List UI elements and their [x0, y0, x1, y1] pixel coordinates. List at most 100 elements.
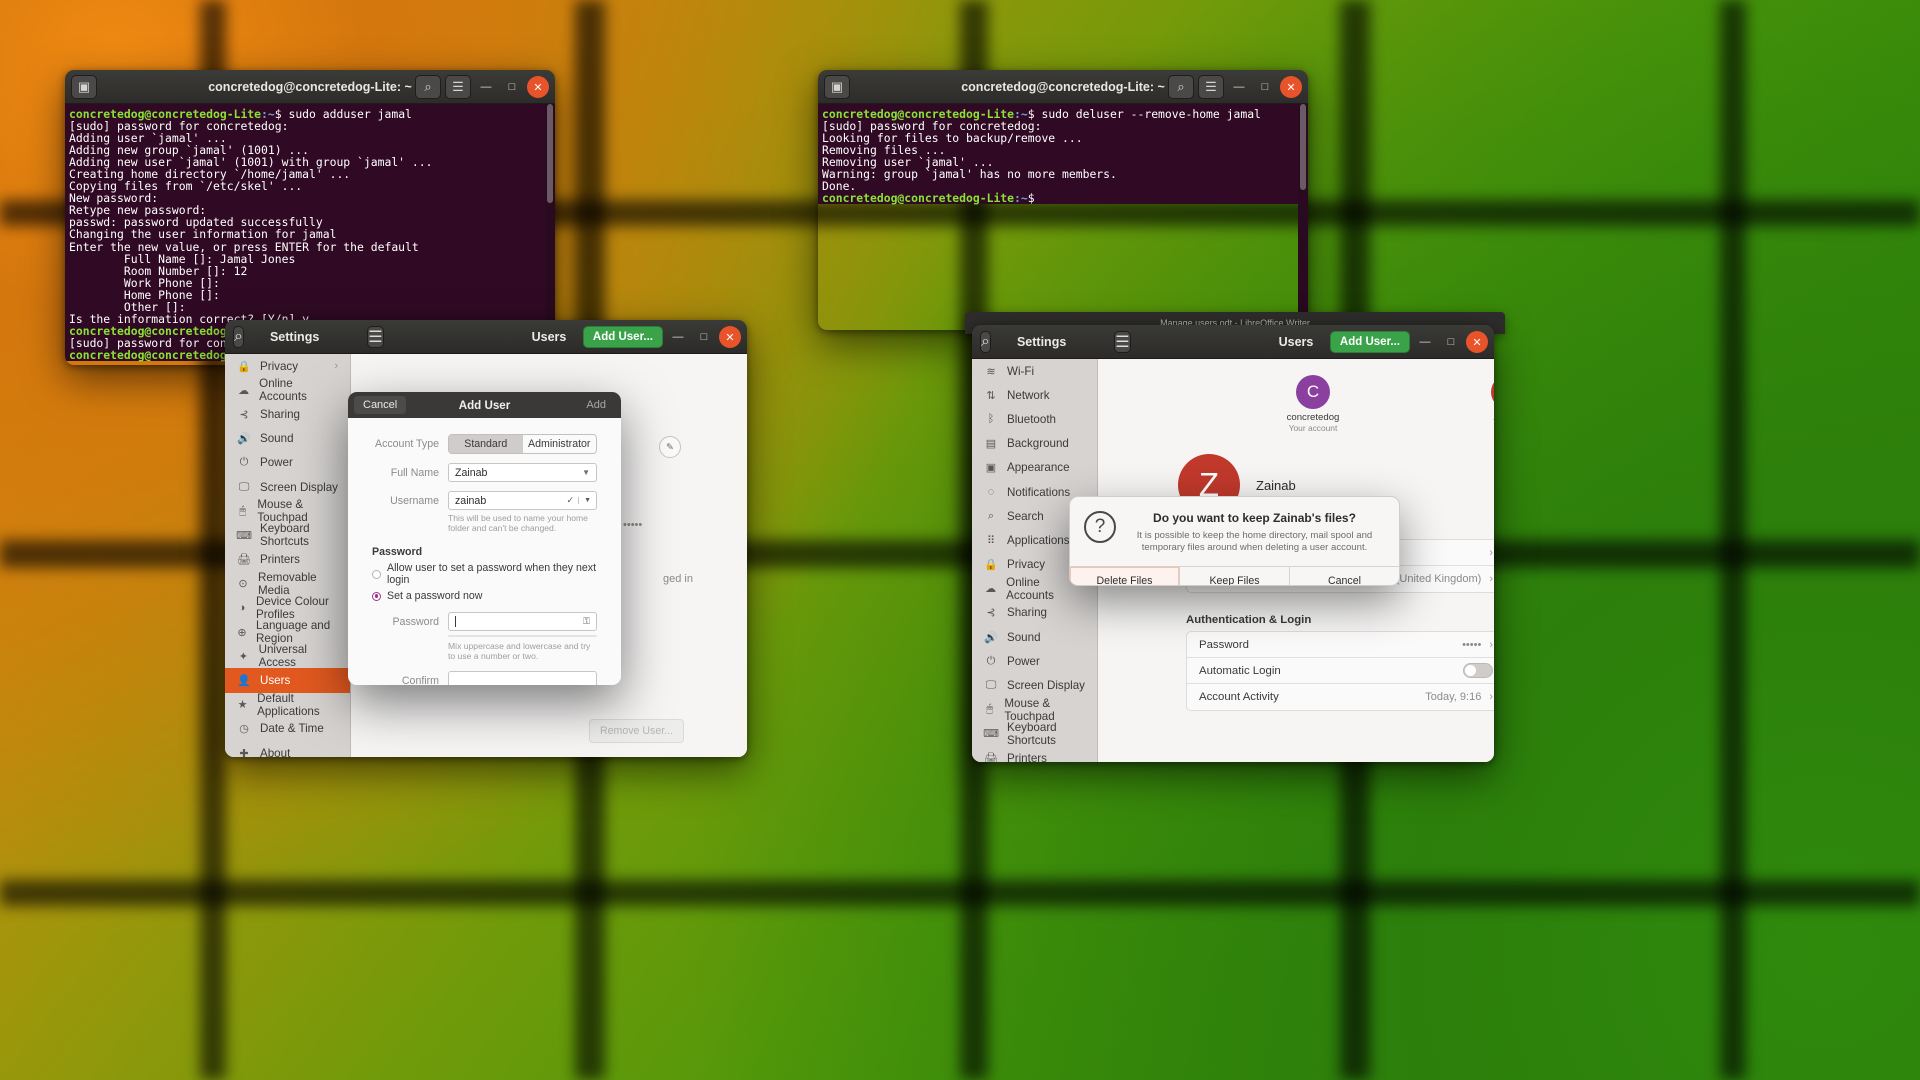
sidebar-item-privacy[interactable]: 🔒 Privacy ›	[225, 354, 350, 378]
keep-files-dialog[interactable]: ? Do you want to keep Zainab's files? It…	[1069, 496, 1400, 586]
user-tile-zainab[interactable]: Z Zainab	[1463, 375, 1494, 423]
maximize-icon[interactable]: □	[1254, 76, 1276, 98]
sidebar-item-bluetooth[interactable]: ᛒ Bluetooth	[972, 407, 1097, 431]
maximize-icon[interactable]: □	[1440, 331, 1462, 353]
share-icon: ⊰	[239, 408, 249, 421]
detail-row-logged-in[interactable]: ged in ›	[651, 566, 747, 592]
minimize-icon[interactable]: —	[1228, 76, 1250, 98]
terminal2-titlebar[interactable]: ▣ concretedog@concretedog-Lite: ~ ⌕ ☰ — …	[818, 70, 1308, 104]
hamburger-menu-icon[interactable]: ☰	[445, 75, 471, 99]
keep-files-button[interactable]: Keep Files	[1180, 567, 1290, 585]
sidebar-item-online-accounts[interactable]: ☁ Online Accounts	[225, 377, 350, 404]
maximize-icon[interactable]: □	[693, 326, 715, 348]
add-user-button[interactable]: Add User...	[1329, 331, 1410, 353]
option-allow-user-set-password[interactable]: Allow user to set a password when they n…	[372, 562, 597, 586]
new-tab-icon[interactable]: ▣	[71, 74, 97, 99]
sidebar-item-keyboard-shortcuts[interactable]: ⌨ Keyboard Shortcuts	[225, 522, 350, 549]
sidebar-item-removable-media[interactable]: ⊙ Removable Media	[225, 571, 350, 597]
close-icon[interactable]: ✕	[1466, 331, 1488, 353]
chevron-down-icon[interactable]: ▼	[582, 468, 590, 477]
maximize-icon[interactable]: □	[501, 76, 523, 98]
sidebar-item-about[interactable]: ✚ About	[225, 741, 350, 757]
sidebar-item-sound[interactable]: 🔊 Sound	[225, 427, 350, 451]
sidebar-item-printers[interactable]: 🖨 Printers	[225, 548, 350, 572]
search-icon[interactable]: ⌕	[233, 326, 244, 348]
minimize-icon[interactable]: —	[1414, 331, 1436, 353]
sidebar-item-mouse-touchpad[interactable]: 🖱 Mouse & Touchpad	[972, 697, 1097, 723]
user-tile-concretedog[interactable]: C concretedog Your account	[1268, 375, 1358, 433]
add-button[interactable]: Add	[577, 396, 615, 414]
sidebar-item-sharing[interactable]: ⊰ Sharing	[225, 402, 350, 426]
auth-row-automatic-login[interactable]: Automatic Login	[1187, 658, 1494, 684]
key-icon[interactable]: ⚿	[583, 616, 590, 627]
account-type-segmented-control[interactable]: Standard Administrator	[448, 434, 597, 454]
sidebar-item-users[interactable]: 👤 Users	[225, 668, 350, 693]
detail-row-partial[interactable]: ••••• ›	[611, 512, 747, 538]
sidebar-item-power[interactable]: ⏻ Power	[225, 451, 350, 475]
sidebar-item-label: Background	[1007, 437, 1069, 451]
auth-row-account-activity[interactable]: Account Activity Today, 9:16 ›	[1187, 684, 1494, 710]
hamburger-menu-icon[interactable]: ☰	[1198, 75, 1224, 99]
add-user-dialog[interactable]: Cancel Add User Add Account Type Standar…	[348, 392, 621, 685]
option-set-password-now[interactable]: Set a password now	[372, 590, 597, 602]
auth-row-password[interactable]: Password ••••• ›	[1187, 632, 1494, 658]
sidebar-item-sound[interactable]: 🔊 Sound	[972, 625, 1097, 649]
add-user-button[interactable]: Add User...	[582, 326, 663, 348]
radio-allow-later[interactable]	[372, 569, 381, 579]
minimize-icon[interactable]: —	[667, 326, 689, 348]
terminal-line: Changing the user information for jamal	[69, 227, 337, 242]
close-icon[interactable]: ✕	[1280, 76, 1302, 98]
close-icon[interactable]: ✕	[527, 76, 549, 98]
settings-left-sidebar[interactable]: 🔒 Privacy › ☁ Online Accounts ⊰ Sharing 🔊 Sound ⏻…	[225, 354, 351, 757]
sidebar-item-printers[interactable]: 🖨 Printers	[972, 746, 1097, 762]
sidebar-item-language-and-region[interactable]: ⊕ Language and Region	[225, 619, 350, 645]
automatic-login-toggle[interactable]	[1463, 663, 1493, 678]
settings-right-titlebar[interactable]: ⌕ Settings ☰ Users Add User... — □ ✕	[972, 325, 1494, 359]
username-dropdown-button[interactable]: ▼	[578, 497, 596, 504]
radio-set-now[interactable]	[372, 591, 381, 601]
terminal-window-2[interactable]: ▣ concretedog@concretedog-Lite: ~ ⌕ ☰ — …	[818, 70, 1308, 330]
search-icon[interactable]: ⌕	[980, 331, 991, 353]
sidebar-item-date-time[interactable]: ◷ Date & Time	[225, 717, 350, 741]
delete-files-button[interactable]: Delete Files	[1070, 567, 1180, 585]
terminal2-scrollbar[interactable]	[1298, 104, 1308, 330]
sidebar-item-keyboard-shortcuts[interactable]: ⌨ Keyboard Shortcuts	[972, 721, 1097, 747]
close-icon[interactable]: ✕	[719, 326, 741, 348]
option-setnow-label: Set a password now	[387, 590, 483, 602]
sidebar-item-screen-display[interactable]: 🖵 Screen Display	[972, 673, 1097, 697]
full-name-input[interactable]: Zainab ▼	[448, 463, 597, 482]
avatar: C	[1296, 375, 1330, 409]
sidebar-item-default-applications[interactable]: ★ Default Applications	[225, 692, 350, 718]
bluetooth-icon: ᛒ	[987, 413, 995, 426]
sidebar-item-power[interactable]: ⏻ Power	[972, 649, 1097, 673]
terminal1-titlebar[interactable]: ▣ concretedog@concretedog-Lite: ~ ⌕ ☰ — …	[65, 70, 555, 104]
sidebar-item-label: Online Accounts	[259, 377, 307, 404]
settings-left-titlebar[interactable]: ⌕ Settings ☰ Users Add User... — □ ✕	[225, 320, 747, 354]
terminal2-output[interactable]: concretedog@concretedog-Lite:~$ sudo del…	[818, 104, 1308, 205]
account-type-administrator[interactable]: Administrator	[522, 435, 596, 453]
edit-avatar-button[interactable]: ✎	[659, 436, 681, 458]
password-input[interactable]: ⚿	[448, 612, 597, 631]
printer-icon: 🖨	[984, 752, 998, 762]
new-tab-icon[interactable]: ▣	[824, 74, 850, 99]
sidebar-item-wi-fi[interactable]: ≋ Wi-Fi	[972, 359, 1097, 383]
account-type-standard[interactable]: Standard	[449, 435, 523, 453]
chevron-right-icon: ›	[1489, 638, 1493, 651]
minimize-icon[interactable]: —	[475, 76, 497, 98]
confirm-input[interactable]	[448, 671, 597, 685]
sidebar-item-mouse-touchpad[interactable]: 🖱 Mouse & Touchpad	[225, 498, 350, 524]
sidebar-item-background[interactable]: ▤ Background	[972, 432, 1097, 456]
cancel-button[interactable]: Cancel	[1290, 567, 1399, 585]
search-icon[interactable]: ⌕	[1168, 75, 1194, 99]
sidebar-item-screen-display[interactable]: 🖵 Screen Display	[225, 475, 350, 499]
sidebar-item-network[interactable]: ⇅ Network	[972, 383, 1097, 407]
search-icon[interactable]: ⌕	[415, 75, 441, 99]
sidebar-item-universal-access[interactable]: ✦ Universal Access	[225, 643, 350, 669]
search-icon: ⌕	[987, 509, 995, 522]
sidebar-item-sharing[interactable]: ⊰ Sharing	[972, 601, 1097, 625]
sidebar-item-device-colour-profiles[interactable]: ◑ Device Colour Profiles	[225, 595, 350, 621]
sidebar-item-appearance[interactable]: ▣ Appearance	[972, 456, 1097, 480]
sidebar-item-label: Keyboard Shortcuts	[260, 522, 310, 549]
username-input[interactable]: zainab ✓ ▼	[448, 491, 597, 510]
remove-user-button-left[interactable]: Remove User...	[589, 719, 685, 743]
